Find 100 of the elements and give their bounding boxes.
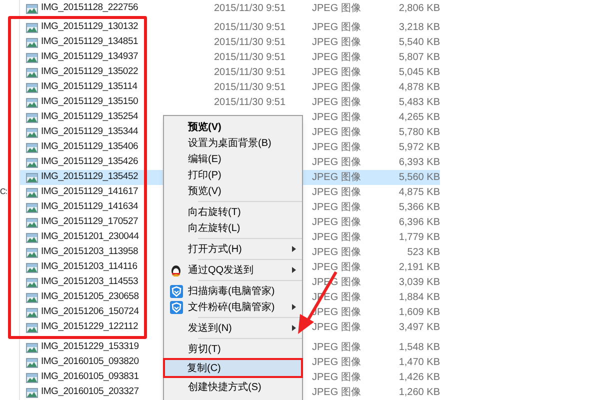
file-name-cell[interactable]: IMG_20151129_135426 [20,155,143,170]
image-file-icon [26,4,38,14]
file-name-cell[interactable]: IMG_20151201_230044 [20,230,143,245]
file-type: JPEG 图像 [312,216,361,230]
image-file-icon [26,308,38,318]
file-type: JPEG 图像 [312,81,361,95]
file-type: JPEG 图像 [312,261,361,275]
file-name-cell[interactable]: IMG_20151129_141617 [20,185,143,200]
file-size: 1,470 KB [398,356,440,370]
file-name-cell[interactable]: IMG_20151229_153319 [20,340,143,355]
file-name-cell[interactable]: IMG_20151206_150724 [20,305,143,320]
submenu-caret-icon [292,304,296,310]
file-name-cell[interactable]: IMG_20160105_093831 [20,370,143,385]
file-size: 5,045 KB [398,66,440,80]
file-size: 5,560 KB [398,171,440,185]
file-name-cell[interactable]: IMG_20151203_113958 [20,245,143,260]
file-size: 4,265 KB [398,111,440,125]
menu-item[interactable]: 预览(V) [166,119,300,135]
file-type: JPEG 图像 [312,356,361,370]
menu-item[interactable]: 复制(C) [165,360,301,376]
file-size: 5,807 KB [398,51,440,65]
penguin-icon [170,264,182,276]
image-file-icon [26,292,38,302]
menu-item[interactable]: 发送到(N) [166,320,300,336]
file-name-cell[interactable]: IMG_20160105_203327 [20,385,143,400]
file-type: JPEG 图像 [312,111,361,125]
file-name-cell[interactable]: IMG_20151128_222756 [20,1,143,16]
file-type: JPEG 图像 [312,341,361,355]
file-date: 2015/11/30 9:51 [214,2,286,16]
menu-item[interactable]: 预览(V) [166,183,300,199]
file-size: 5,483 KB [398,96,440,110]
image-file-icon [26,112,38,122]
file-name-cell[interactable]: IMG_20151205_230658 [20,290,143,305]
file-name-cell[interactable]: IMG_20160105_093820 [20,355,143,370]
file-name-cell[interactable]: IMG_20151129_135150 [20,95,143,110]
file-size: 1,609 KB [398,306,440,320]
file-size: 2,806 KB [398,2,440,16]
file-type: JPEG 图像 [312,386,361,400]
file-name-cell[interactable]: IMG_20151129_135114 [20,80,143,95]
menu-item[interactable]: 文件粉碎(电脑管家) [166,299,300,315]
file-name-cell[interactable]: IMG_20151129_135022 [20,65,143,80]
file-name-cell[interactable]: IMG_20151129_135254 [20,110,143,125]
image-file-icon [26,342,38,352]
file-size: 5,972 KB [398,141,440,155]
drive-label: C: [0,188,8,196]
image-file-icon [26,82,38,92]
shield-icon [170,284,182,298]
image-file-icon [26,172,38,182]
file-name-cell[interactable]: IMG_20151229_122112 [20,320,143,335]
file-size: 4,878 KB [398,81,440,95]
file-name-cell[interactable]: IMG_20151129_134851 [20,35,143,50]
image-file-icon [26,358,38,368]
file-name-cell[interactable]: IMG_20151129_141634 [20,200,143,215]
file-name-cell[interactable]: IMG_20151129_130132 [20,20,143,35]
image-file-icon [26,248,38,258]
menu-item[interactable]: 编辑(E) [166,151,300,167]
file-size: 5,366 KB [398,201,440,215]
file-size: 6,393 KB [398,156,440,170]
menu-item[interactable]: 剪切(T) [166,341,300,357]
menu-item[interactable]: 打开方式(H) [166,241,300,257]
image-file-icon [26,232,38,242]
file-name-cell[interactable]: IMG_20151129_134937 [20,50,143,65]
file-type: JPEG 图像 [312,141,361,155]
file-size: 3,039 KB [398,276,440,290]
file-name-cell[interactable]: IMG_20151129_135452 [20,170,143,185]
file-size: 4,875 KB [398,186,440,200]
file-date: 2015/11/30 9:51 [214,96,286,110]
file-date: 2015/11/30 9:51 [214,36,286,50]
image-file-icon [26,142,38,152]
file-type: JPEG 图像 [312,306,361,320]
file-type: JPEG 图像 [312,126,361,140]
submenu-caret-icon [292,246,296,252]
image-file-icon [26,98,38,108]
file-name-cell[interactable]: IMG_20151129_135344 [20,125,143,140]
image-file-icon [26,158,38,168]
image-file-icon [26,128,38,138]
file-type: JPEG 图像 [312,201,361,215]
file-type: JPEG 图像 [312,36,361,50]
file-type: JPEG 图像 [312,321,361,335]
menu-item[interactable]: 向右旋转(T) [166,204,300,220]
file-name-cell[interactable]: IMG_20151203_114116 [20,260,143,275]
submenu-caret-icon [292,325,296,331]
image-file-icon [26,372,38,382]
file-name-cell[interactable]: IMG_20151203_114553 [20,275,143,290]
image-file-icon [26,388,38,398]
file-size: 1,426 KB [398,371,440,385]
menu-item[interactable]: 扫描病毒(电脑管家) [166,283,300,299]
file-type: JPEG 图像 [312,96,361,110]
file-type: JPEG 图像 [312,156,361,170]
menu-item[interactable]: 打印(P) [166,167,300,183]
submenu-caret-icon [292,267,296,273]
image-file-icon [26,68,38,78]
menu-item[interactable]: 创建快捷方式(S) [166,379,300,395]
menu-item[interactable]: 设置为桌面背景(B) [166,135,300,151]
file-name-cell[interactable]: IMG_20151129_135406 [20,140,143,155]
file-date: 2015/11/30 9:51 [214,66,286,80]
menu-item[interactable]: 通过QQ发送到 [166,262,300,278]
file-name-cell[interactable]: IMG_20151129_170527 [20,215,143,230]
file-type: JPEG 图像 [312,51,361,65]
menu-item[interactable]: 向左旋转(L) [166,220,300,236]
